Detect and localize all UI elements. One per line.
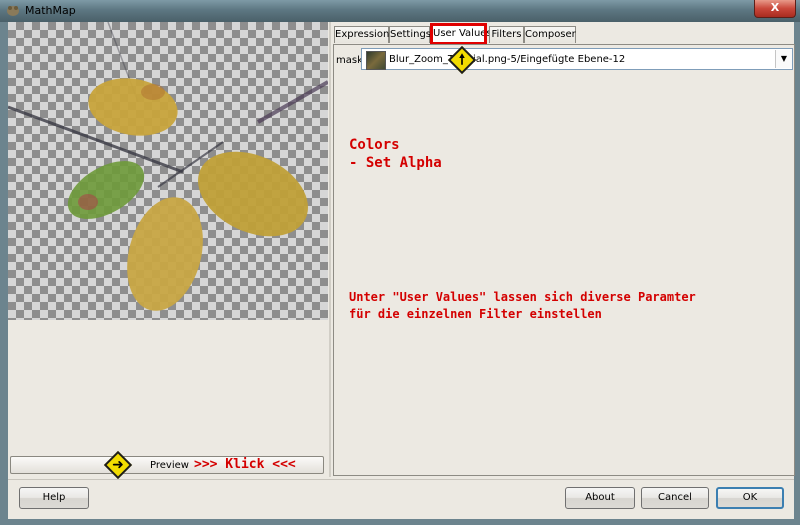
cancel-button[interactable]: Cancel xyxy=(641,487,709,509)
mask-select-value: Blur_Zoom_Tutorial.png-5/Eingefügte Eben… xyxy=(389,54,626,65)
user-values-note-line1: Unter "User Values" lassen sich diverse … xyxy=(349,290,696,304)
title-bar[interactable]: MathMap X xyxy=(0,0,800,22)
close-button[interactable]: X xyxy=(754,0,796,18)
about-button[interactable]: About xyxy=(565,487,635,509)
klick-annotation: >>> Klick <<< xyxy=(194,457,296,472)
preview-image xyxy=(8,22,328,320)
window-frame-left xyxy=(0,22,8,525)
preview-button-label: Preview xyxy=(150,460,189,471)
tab-highlight-box xyxy=(430,23,487,45)
colors-annotation-title: Colors xyxy=(349,137,400,153)
mask-label: mask xyxy=(336,55,363,66)
tab-filters[interactable]: Filters xyxy=(489,26,524,43)
tab-settings[interactable]: Settings xyxy=(389,26,431,43)
ok-button[interactable]: OK xyxy=(716,487,784,509)
help-button[interactable]: Help xyxy=(19,487,89,509)
window-title: MathMap xyxy=(25,4,76,17)
arrow-up-icon: 🠕 xyxy=(458,52,465,68)
pane-splitter[interactable] xyxy=(329,22,331,477)
user-values-note-line2: für die einzelnen Filter einstellen xyxy=(349,307,602,321)
window-frame-bottom xyxy=(0,519,800,525)
tab-expression[interactable]: Expression xyxy=(334,26,389,43)
arrow-right-icon: ➜ xyxy=(112,457,124,473)
button-row-separator xyxy=(8,479,794,480)
chevron-down-icon[interactable]: ▼ xyxy=(775,50,792,68)
user-values-panel xyxy=(333,44,795,476)
app-icon xyxy=(7,6,19,16)
tab-composer[interactable]: Composer xyxy=(524,26,576,43)
colors-annotation-item: - Set Alpha xyxy=(349,155,442,171)
layer-thumbnail xyxy=(366,51,386,70)
